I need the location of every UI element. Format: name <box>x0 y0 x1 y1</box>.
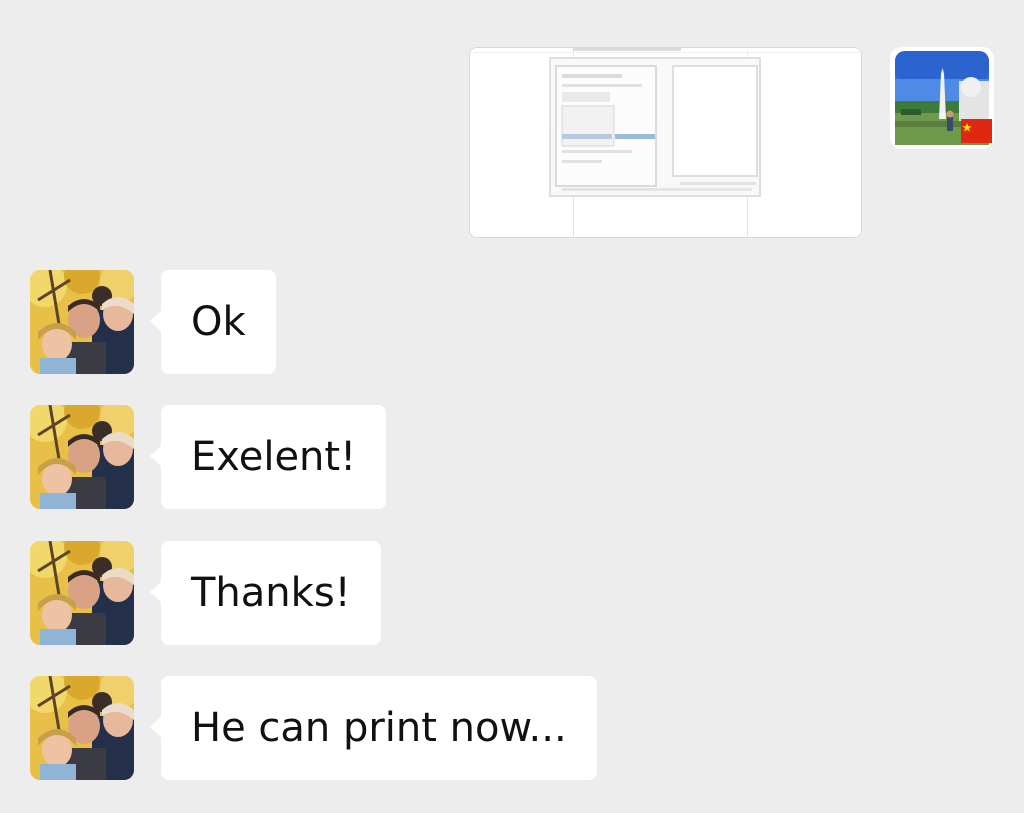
contact-avatar[interactable] <box>30 676 134 780</box>
message-bubble[interactable]: Ok <box>150 270 276 374</box>
message-bubble[interactable]: Thanks! <box>150 541 381 645</box>
message-bubble[interactable]: Exelent! <box>149 405 387 509</box>
contact-avatar[interactable] <box>30 405 134 509</box>
contact-avatar[interactable] <box>30 270 134 374</box>
chat-view: Ok Exelent! Thanks! He can print now... <box>0 0 1024 813</box>
my-avatar[interactable] <box>890 47 994 149</box>
avatar-image <box>890 47 994 149</box>
image-message[interactable] <box>469 47 862 238</box>
family-photo <box>30 541 134 645</box>
family-photo <box>30 270 134 374</box>
screenshot-thumbnail <box>470 48 861 237</box>
family-photo <box>30 676 134 780</box>
contact-avatar[interactable] <box>30 541 134 645</box>
family-photo <box>30 405 134 509</box>
message-bubble[interactable]: He can print now... <box>150 676 597 780</box>
